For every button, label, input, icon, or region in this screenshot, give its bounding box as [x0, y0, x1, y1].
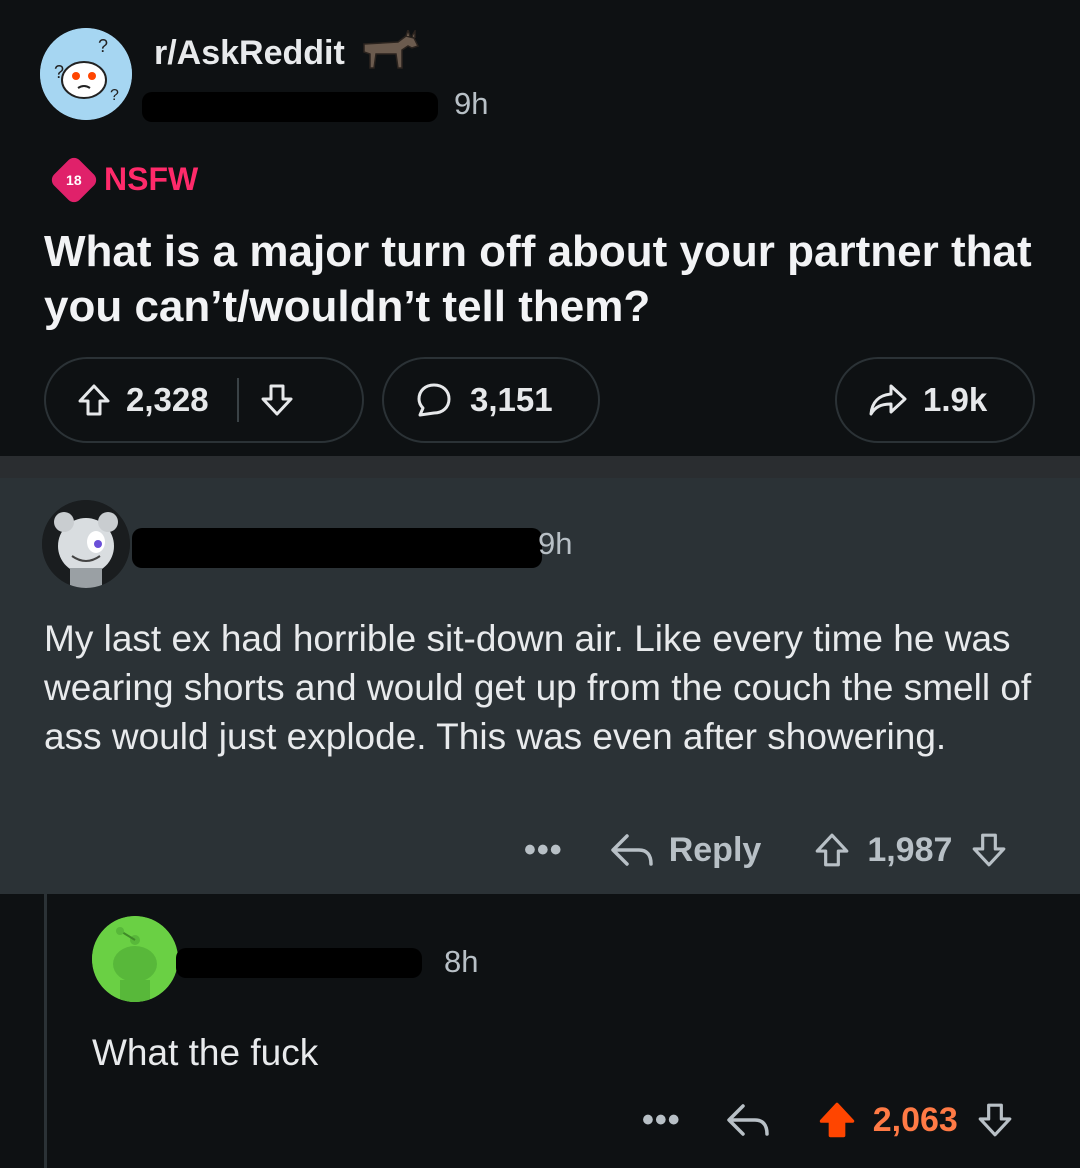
nsfw-label: NSFW	[104, 161, 199, 197]
upvote-icon[interactable]	[813, 831, 851, 869]
commenter-avatar[interactable]	[42, 500, 130, 588]
more-options-button[interactable]: •••	[642, 1101, 681, 1140]
redacted-username	[142, 92, 438, 122]
section-separator	[0, 456, 1080, 478]
more-options-button[interactable]: •••	[524, 831, 563, 870]
donkey-icon	[363, 30, 420, 69]
redacted-username	[132, 528, 542, 568]
post-header: ? ? ? r/AskReddit 9h 18 NSFW What is a m…	[0, 0, 1080, 456]
post-time: 9h	[454, 86, 489, 121]
share-count: 1.9k	[923, 381, 988, 418]
share-button[interactable]: 1.9k	[835, 357, 1035, 443]
comments-button[interactable]: 3,151	[382, 357, 600, 443]
downvote-icon[interactable]	[259, 382, 295, 418]
nsfw-badge: 18 NSFW	[48, 154, 199, 205]
redacted-username	[176, 948, 422, 978]
svg-text:?: ?	[54, 62, 64, 82]
subreddit-avatar[interactable]: ? ? ?	[40, 28, 132, 120]
comment-score: 2,063	[872, 1100, 958, 1139]
commenter-avatar[interactable]	[92, 916, 178, 1002]
comment-actions: ••• 2,063	[642, 1100, 1014, 1140]
comment-body: What the fuck	[92, 1032, 319, 1073]
reply-button[interactable]: Reply	[669, 831, 762, 870]
comment-highlighted: 9h My last ex had horrible sit-down air.…	[0, 478, 1080, 894]
svg-text:?: ?	[98, 36, 108, 56]
comment-time: 9h	[538, 526, 573, 561]
svg-text:?: ?	[110, 87, 119, 104]
share-arrow-icon	[869, 384, 907, 416]
comment-body: My last ex had horrible sit-down air. Li…	[44, 618, 1032, 757]
post-vote-bar: 2,328	[44, 357, 364, 443]
downvote-icon[interactable]	[970, 831, 1008, 869]
vote-divider	[236, 378, 239, 422]
downvote-icon[interactable]	[976, 1101, 1014, 1139]
upvote-icon[interactable]	[76, 382, 112, 418]
nsfw-18-icon: 18	[48, 154, 100, 205]
comment-count: 3,151	[470, 381, 553, 418]
upvote-active-icon[interactable]	[817, 1100, 857, 1140]
comment-score: 1,987	[867, 830, 953, 869]
comment-reply: 8h What the fuck ••• 2,063	[0, 894, 1080, 1168]
thread-line[interactable]	[44, 894, 47, 1168]
subreddit-name[interactable]: r/AskReddit	[154, 34, 345, 73]
reply-arrow-icon[interactable]	[725, 1100, 771, 1140]
comment-actions: ••• Reply 1,987	[524, 830, 1008, 870]
post-title[interactable]: What is a major turn off about your part…	[44, 224, 1044, 334]
reply-arrow-icon[interactable]	[609, 830, 655, 870]
post-upvote-count: 2,328	[126, 381, 209, 418]
comment-bubble-icon	[417, 383, 451, 417]
comment-time: 8h	[444, 944, 479, 979]
